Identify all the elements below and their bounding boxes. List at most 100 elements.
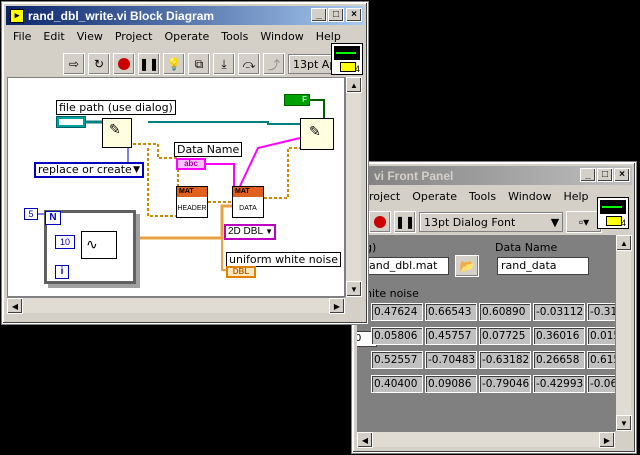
maximize-button[interactable]: □ xyxy=(597,168,613,182)
menu-window[interactable]: Window xyxy=(254,30,309,43)
menu-operate[interactable]: Operate xyxy=(158,30,215,43)
close-button[interactable]: × xyxy=(614,168,630,182)
abort-icon[interactable] xyxy=(369,211,391,233)
data-type-enum[interactable]: 2D DBL ▼ xyxy=(224,224,276,240)
array-cell[interactable]: 0.47624 xyxy=(371,303,423,321)
array-cell[interactable]: -0.42993 xyxy=(533,375,585,393)
vertical-scrollbar[interactable]: ▲ ▼ xyxy=(345,77,362,297)
noise-generator-node[interactable]: ∿ xyxy=(81,231,117,259)
horizontal-scrollbar[interactable]: ◀ ▶ xyxy=(7,297,345,314)
chevron-down-icon: ▼ xyxy=(265,227,273,236)
replace-or-create-enum[interactable]: replace or create ▼ xyxy=(34,162,144,178)
menu-help[interactable]: Help xyxy=(557,190,594,203)
array-cell[interactable]: 0.01545 xyxy=(587,327,615,345)
file-path-label[interactable]: file path (use dialog) xyxy=(56,100,176,115)
data-name-field[interactable]: rand_data xyxy=(497,257,589,275)
menu-project[interactable]: Project xyxy=(109,30,159,43)
dbl-indicator[interactable]: DBL xyxy=(226,266,256,278)
noise-array-label: hite noise xyxy=(365,287,419,300)
scroll-up-icon[interactable]: ▲ xyxy=(616,235,632,251)
front-panel-canvas: g) and_dbl.mat 📂 Data Name rand_data hit… xyxy=(357,235,615,431)
bool-constant[interactable]: F xyxy=(284,94,310,106)
pause-icon[interactable]: ❚❚ xyxy=(138,53,160,75)
folder-icon[interactable]: 📂 xyxy=(455,255,479,277)
block-diagram-title: rand_dbl_write.vi Block Diagram xyxy=(28,8,215,23)
i-terminal[interactable]: i xyxy=(55,265,69,279)
write-file-node[interactable]: ✎ xyxy=(300,118,334,150)
step-into-icon[interactable]: ⤓ xyxy=(213,53,235,75)
block-diagram-menubar: File Edit View Project Operate Tools Win… xyxy=(7,27,363,45)
array-cell[interactable]: -0.06556 xyxy=(587,375,615,393)
n-text: N xyxy=(49,212,57,223)
for-loop[interactable]: N 10 ∿ i xyxy=(44,210,136,284)
array-cell[interactable]: 0.26658 xyxy=(533,351,585,369)
data-name-control[interactable]: abc xyxy=(176,158,206,170)
dbl-text: DBL xyxy=(232,267,250,276)
minimize-button[interactable]: _ xyxy=(580,168,596,182)
menu-file[interactable]: File xyxy=(7,30,37,43)
array-cell[interactable]: -0.79046 xyxy=(479,375,531,393)
array-cell[interactable]: -0.03112 xyxy=(533,303,585,321)
mat-text: MAT xyxy=(179,188,194,195)
scroll-right-icon[interactable]: ▶ xyxy=(329,298,345,314)
array-cell[interactable]: 0.66543 xyxy=(425,303,477,321)
scroll-down-icon[interactable]: ▼ xyxy=(346,281,362,297)
array-cell[interactable]: -0.70483 xyxy=(425,351,477,369)
replace-or-create-text: replace or create xyxy=(38,163,132,176)
run-arrow-icon[interactable]: ⇨ xyxy=(63,53,85,75)
mat-header-node[interactable]: MAT HEADER xyxy=(176,186,208,218)
pause-icon[interactable]: ❚❚ xyxy=(394,211,416,233)
menu-help[interactable]: Help xyxy=(310,30,347,43)
menu-tools[interactable]: Tools xyxy=(215,30,254,43)
n-constant[interactable]: 5 xyxy=(24,208,38,220)
vertical-scrollbar[interactable]: ▲ ▼ xyxy=(615,235,632,431)
block-diagram-canvas[interactable]: file path (use dialog) ✎ replace or crea… xyxy=(7,77,345,297)
maximize-button[interactable]: □ xyxy=(328,8,344,22)
menu-operate[interactable]: Operate xyxy=(406,190,463,203)
chevron-down-icon: ▼ xyxy=(133,165,140,175)
run-continuous-icon[interactable]: ↻ xyxy=(88,53,110,75)
menu-tools[interactable]: Tools xyxy=(463,190,502,203)
menu-project[interactable]: roject xyxy=(363,190,406,203)
menu-view[interactable]: View xyxy=(71,30,109,43)
file-path-field[interactable]: and_dbl.mat xyxy=(365,257,449,275)
menu-window[interactable]: Window xyxy=(502,190,557,203)
data-text: DATA xyxy=(239,205,257,212)
abort-icon[interactable] xyxy=(113,53,135,75)
array-cell[interactable]: 0.45757 xyxy=(425,327,477,345)
minimize-button[interactable]: _ xyxy=(311,8,327,22)
data-name-label[interactable]: Data Name xyxy=(174,142,243,157)
array-cell[interactable]: 0.07725 xyxy=(479,327,531,345)
close-button[interactable]: × xyxy=(346,8,362,22)
array-cell[interactable]: -0.63182 xyxy=(479,351,531,369)
array-cell[interactable]: 0.40400 xyxy=(371,375,423,393)
scroll-up-icon[interactable]: ▲ xyxy=(346,77,362,93)
array-cell[interactable]: -0.31447 xyxy=(587,303,615,321)
font-selector-label: 13pt Dialog Font xyxy=(424,215,516,229)
font-selector[interactable]: 13pt Dialog Font ▼ xyxy=(419,212,563,232)
array-cell[interactable]: 0.36016 xyxy=(533,327,585,345)
step-over-icon[interactable]: ⤼ xyxy=(238,53,260,75)
array-cell[interactable]: 0.52557 xyxy=(371,351,423,369)
i-text: i xyxy=(60,266,64,277)
menu-edit[interactable]: Edit xyxy=(37,30,70,43)
n-terminal[interactable]: N xyxy=(45,211,61,225)
scroll-left-icon[interactable]: ◀ xyxy=(357,432,373,448)
uniform-noise-label[interactable]: uniform white noise xyxy=(226,252,342,267)
array-cell[interactable]: 0.60890 xyxy=(479,303,531,321)
highlight-execution-icon[interactable]: 💡 xyxy=(163,53,185,75)
scroll-left-icon[interactable]: ◀ xyxy=(7,298,23,314)
path-constant[interactable] xyxy=(56,116,86,128)
array-cell[interactable]: 0.05806 xyxy=(371,327,423,345)
array-cell[interactable]: 0.09086 xyxy=(425,375,477,393)
open-file-node[interactable]: ✎ xyxy=(102,118,132,148)
mat-text: MAT xyxy=(235,188,250,195)
horizontal-scrollbar[interactable]: ◀ ▶ xyxy=(357,431,615,448)
retain-wire-icon[interactable]: ⧉ xyxy=(188,53,210,75)
scroll-right-icon[interactable]: ▶ xyxy=(599,432,615,448)
array-cell[interactable]: 0.61504 xyxy=(587,351,615,369)
step-out-icon[interactable]: ⤴ xyxy=(263,53,285,75)
mat-data-node[interactable]: MAT DATA xyxy=(232,186,264,218)
ten-constant[interactable]: 10 xyxy=(55,235,75,249)
scroll-down-icon[interactable]: ▼ xyxy=(616,415,632,431)
